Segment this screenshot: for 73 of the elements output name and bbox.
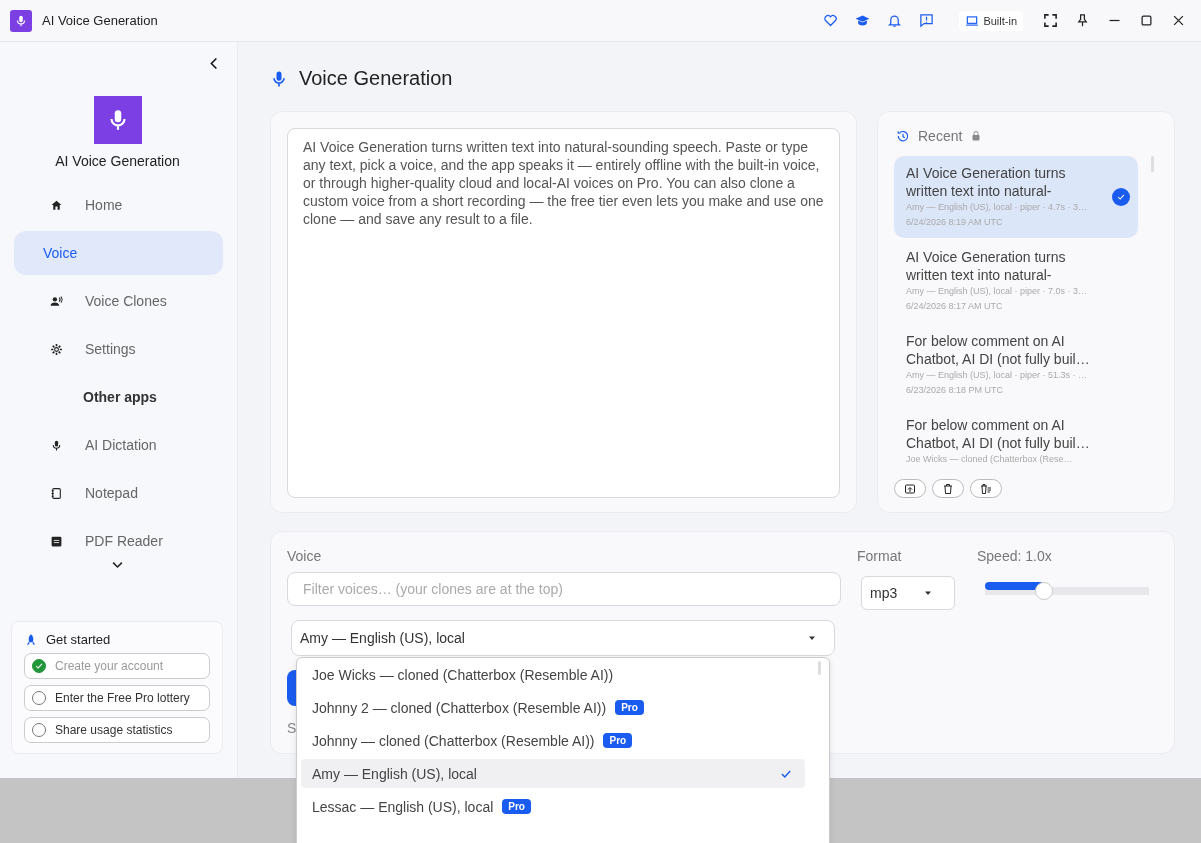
app-name: AI Voice Generation [54,153,181,169]
card-title: Get started [46,632,111,647]
status-text: S [287,720,298,737]
nav-item[interactable]: Voice [14,231,223,275]
pro-badge: Pro [502,799,531,814]
section-heading: Other apps [82,388,158,407]
speaking-person-icon [50,294,63,308]
item-title: AI Voice Generation turns written text into natural- [906,164,1067,201]
item-title: AI Voice Generation turns written text into natural- [906,248,1067,285]
recent-item[interactable]: AI Voice Generation turns written text into natural- Amy — English (US), local · piper · 4.7s · 3… 6/24/2026 8:19 AM UTC [894,156,1138,239]
nav-item[interactable]: PDF Reader [14,519,223,563]
built-in-button[interactable]: Built-in [959,10,1023,31]
filter-field[interactable]: Filter voices… (your clones are at the top) [287,572,841,607]
fullscreen-icon [1042,13,1058,28]
voice-select[interactable]: Amy — English (US), local [291,620,835,657]
upload-icon [904,482,916,495]
graduation-cap-icon [854,13,870,28]
laptop-icon [965,13,980,28]
microphone-icon [50,438,63,452]
panel-title: Recent [918,128,963,145]
item-details: Amy — English (US), local · piper · 4.7s · 3… [906,201,1089,215]
text-input[interactable]: AI Voice Generation turns written text into natural-sounding speech. Paste or type any text, pick a voice, and the app speaks it — entirely offline with the built-in voice, or through higher-quality cloud and local-AI voices on Pro. You can also clone a custom voice from a short recording — the free tier even lets you make and use one clone — and save any result to a file. [287,128,840,499]
home-icon [50,198,63,212]
dropdown-option[interactable]: Amy — English (US), local [301,759,805,788]
item-title: For below comment on AI Chatbot, AI DI (not fully buil… [906,332,1091,369]
history-icon [896,129,910,144]
item-date: 6/24/2026 8:17 AM UTC [906,300,1004,314]
pdf-icon [50,534,63,548]
item-title: For below comment on AI Chatbot, AI DI (not fully buil… [906,416,1091,453]
nav-item[interactable]: Voice Clones [14,279,223,323]
pro-badge: Pro [603,733,633,748]
dropdown-option[interactable]: Johnny 2 — cloned (Chatterbox (Resemble AI)) Pro [301,693,805,722]
task-item[interactable]: Enter the Free Pro lottery [24,685,210,711]
recent-item[interactable]: AI Voice Generation turns written text into natural- Amy — English (US), local · piper · 7.0s · 3… 6/24/2026 8:17 AM UTC [894,240,1138,323]
field-label: Voice [287,548,323,567]
item-details: Amy — English (US), local · piper · 7.0s · 3… [906,285,1089,299]
nav-item[interactable]: Settings [14,327,223,371]
recent-item[interactable]: For below comment on AI Chatbot, AI DI (not fully buil… Joe Wicks — cloned (Chatterbox (Rese… [894,408,1138,474]
trash-list-icon [980,482,992,495]
item-details: Joe Wicks — cloned (Chatterbox (Rese… [906,453,1074,467]
item-date: 6/24/2026 8:19 AM UTC [906,216,1004,230]
export-button[interactable] [894,479,926,499]
check-icon [34,661,44,671]
page-title: Voice Generation [299,67,453,91]
trash-icon [942,482,954,495]
pro-badge: Pro [615,700,644,715]
feedback-icon [918,13,934,28]
notebook-icon [50,486,63,500]
settings-icon [50,342,63,356]
clear-list-button[interactable] [970,479,1002,499]
field-label: Speed: 1.0x [977,548,1053,567]
item-details: Amy — English (US), local · piper · 51.3s · … [906,369,1089,383]
nav-item[interactable]: AI Dictation [14,423,223,467]
nav-item[interactable]: Home [14,183,223,227]
bell-icon [886,13,902,28]
check-icon [1112,188,1130,207]
dropdown-option[interactable]: Johnny — cloned (Chatterbox (Resemble AI)) Pro [301,726,805,755]
rocket-icon [24,632,38,647]
delete-button[interactable] [932,479,964,499]
dropdown-option[interactable]: Joe Wicks — cloned (Chatterbox (Resemble AI)) [301,660,805,689]
task-item[interactable]: Share usage statistics [24,717,210,743]
lock-icon [970,130,983,143]
recent-item[interactable]: For below comment on AI Chatbot, AI DI (not fully buil… Amy — English (US), local · piper · 51.3s · … 6/23/2026 8:18 PM UTC [894,324,1138,407]
format-select[interactable]: mp3 [861,576,955,611]
field-label: Format [857,548,903,567]
dropdown-option[interactable]: Lessac — English (US), local Pro [301,792,805,821]
maximize-icon [1138,13,1154,28]
item-date: 6/23/2026 8:18 PM UTC [906,384,1005,398]
window-title: AI Voice Generation [42,13,158,28]
heart-icon [822,13,838,28]
slider-thumb[interactable] [1035,582,1054,601]
nav-item[interactable]: Notepad [14,471,223,515]
checkbox[interactable] [32,659,46,673]
